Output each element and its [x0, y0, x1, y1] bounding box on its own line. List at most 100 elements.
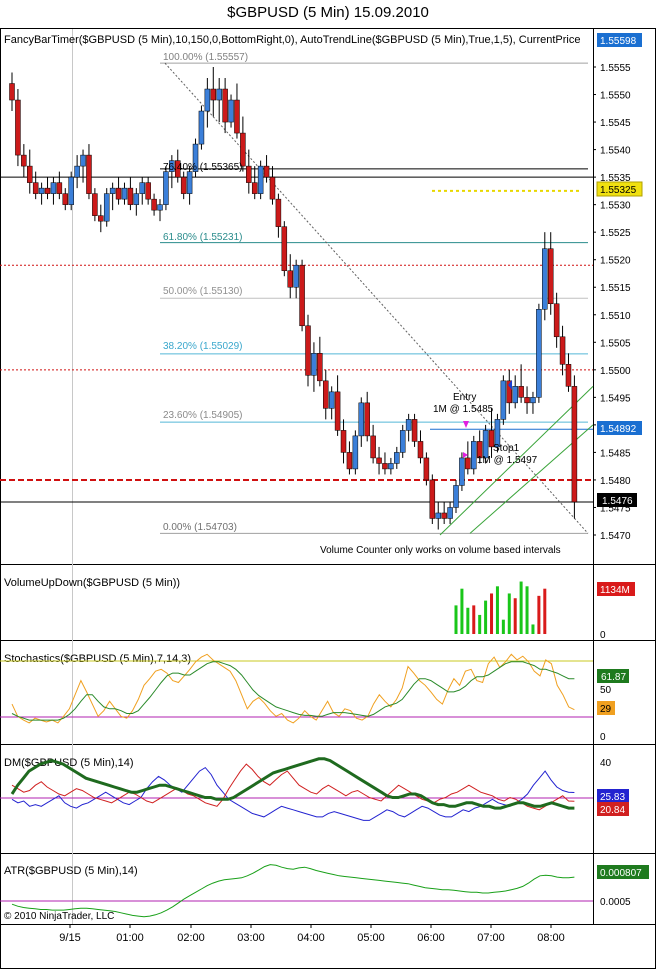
- stoch-box-d-text: 61.87: [601, 672, 626, 683]
- volume-bar-up: [531, 624, 535, 634]
- price-tick-label: 1.5525: [600, 228, 631, 239]
- price-tick-label: 1.5500: [600, 366, 631, 377]
- volume-bar-up: [501, 619, 505, 634]
- candle-down: [518, 386, 524, 398]
- candle-down: [21, 154, 27, 167]
- volume-bar-down: [472, 605, 476, 634]
- price-tick-label: 1.5545: [600, 118, 631, 129]
- candle-down: [269, 176, 276, 200]
- candle-down: [323, 380, 329, 409]
- price-tick-label: 1.5515: [600, 283, 631, 294]
- dm-box-plus-text: 25.83: [600, 792, 625, 803]
- time-tick-label: 05:00: [357, 932, 385, 944]
- dm-plus-line: [11, 766, 575, 821]
- price-tick-label: 1.5505: [600, 338, 631, 349]
- volume-bars: [454, 581, 547, 634]
- fib-label: 50.00% (1.55130): [163, 286, 243, 297]
- candle-down: [382, 463, 388, 470]
- volume-bar-up: [525, 586, 529, 634]
- candle-down: [547, 248, 554, 305]
- entry-label: Entry: [453, 392, 476, 403]
- stop-detail: 1M @ 1.5497: [477, 455, 538, 466]
- fib-label: 100.00% (1.55557): [163, 52, 248, 63]
- stochastics-panel-header: Stochastics($GBPUSD (5 Min),7,14,3): [4, 653, 191, 665]
- volume-bar-down: [543, 588, 547, 634]
- price-tick-label: 1.5530: [600, 201, 631, 212]
- candle-down: [145, 182, 151, 200]
- price-box-target: 1.55325: [596, 181, 643, 197]
- time-tick-label: 06:00: [417, 932, 445, 944]
- candle-down: [346, 452, 353, 470]
- candle-up: [328, 391, 335, 409]
- price-tick-label: 1.5540: [600, 146, 631, 157]
- candle-up: [388, 463, 394, 470]
- candle-down: [299, 264, 305, 327]
- stoch-d-line: [11, 661, 575, 721]
- price-box-entry-text: 1.54892: [600, 424, 637, 435]
- candle-down: [251, 182, 258, 194]
- volume-panel: VolumeUpDown($GBPUSD (5 Min)) 1134M 0: [4, 577, 635, 641]
- candle-up: [50, 182, 57, 194]
- price-tick-label: 1.5470: [600, 531, 631, 542]
- volume-bar-up: [460, 588, 464, 634]
- candle-up: [204, 88, 211, 112]
- volume-bar-down: [513, 598, 517, 634]
- candle-down: [9, 83, 15, 101]
- candle-up: [133, 193, 140, 205]
- price-tick-label: 1.5495: [600, 393, 631, 404]
- candle-down: [210, 88, 217, 101]
- dm-box-minus-text: 20.84: [600, 805, 625, 816]
- candle-down: [565, 364, 572, 387]
- candle-down: [246, 165, 252, 183]
- candle-down: [86, 154, 92, 194]
- fib-label: 0.00% (1.54703): [163, 522, 237, 533]
- candle-down: [571, 386, 578, 503]
- candle-up: [38, 187, 45, 194]
- candle-down: [423, 457, 430, 481]
- price-tick-label: 1.5555: [600, 63, 631, 74]
- candle-up: [103, 193, 110, 222]
- copyright: © 2010 NinjaTrader, LLC: [4, 911, 114, 922]
- candle-down: [56, 182, 63, 194]
- price-tick-label: 1.5510: [600, 311, 631, 322]
- candle-up: [394, 452, 400, 464]
- atr-axis-tick: 0.0005: [600, 897, 631, 908]
- candle-down: [429, 479, 436, 519]
- time-tick-label: 01:00: [116, 932, 144, 944]
- candle-up: [311, 353, 317, 376]
- time-tick-label: 02:00: [177, 932, 205, 944]
- candle-down: [92, 193, 98, 216]
- dm-panel: DM($GBPUSD (5 Min),14) 40 25.83 20.84: [0, 757, 629, 821]
- time-tick-label: 9/15: [59, 932, 80, 944]
- fib-label: 38.20% (1.55029): [163, 341, 243, 352]
- candle-down: [263, 165, 270, 178]
- price-box-target-text: 1.55325: [600, 185, 637, 196]
- price-tick-label: 1.5485: [600, 448, 631, 459]
- volume-note: Volume Counter only works on volume base…: [320, 545, 561, 556]
- chart-canvas[interactable]: FancyBarTimer($GBPUSD (5 Min),10,150,0,B…: [0, 0, 656, 969]
- dm-axis-tick: 40: [600, 758, 612, 769]
- candle-up: [121, 187, 128, 200]
- price-axis-ticks: 1.55551.55501.55451.55401.55351.55301.55…: [593, 63, 631, 542]
- candle-up: [257, 165, 264, 194]
- candle-up: [352, 435, 359, 470]
- atr-panel: ATR($GBPUSD (5 Min),14) 0.000807 0.0005 …: [0, 864, 649, 922]
- volume-bar-down: [490, 593, 494, 634]
- price-panel: FancyBarTimer($GBPUSD (5 Min),10,150,0,B…: [0, 33, 643, 556]
- candle-up: [399, 430, 406, 453]
- candle-down: [287, 270, 293, 288]
- candle-up: [512, 386, 518, 404]
- candle-up: [500, 380, 507, 420]
- dm-minus-line: [11, 763, 575, 811]
- entry-arrow: [463, 421, 469, 428]
- candle-down: [98, 215, 104, 222]
- candle-up: [530, 397, 536, 404]
- candle-down: [465, 457, 471, 470]
- candle-down: [62, 193, 69, 205]
- time-tick-label: 07:00: [477, 932, 505, 944]
- time-tick-label: 08:00: [537, 932, 565, 944]
- volume-box-text: 1134M: [600, 585, 630, 596]
- entry-detail: 1M @ 1.5485: [433, 404, 494, 415]
- candle-up: [405, 419, 412, 431]
- candle-up: [109, 187, 116, 194]
